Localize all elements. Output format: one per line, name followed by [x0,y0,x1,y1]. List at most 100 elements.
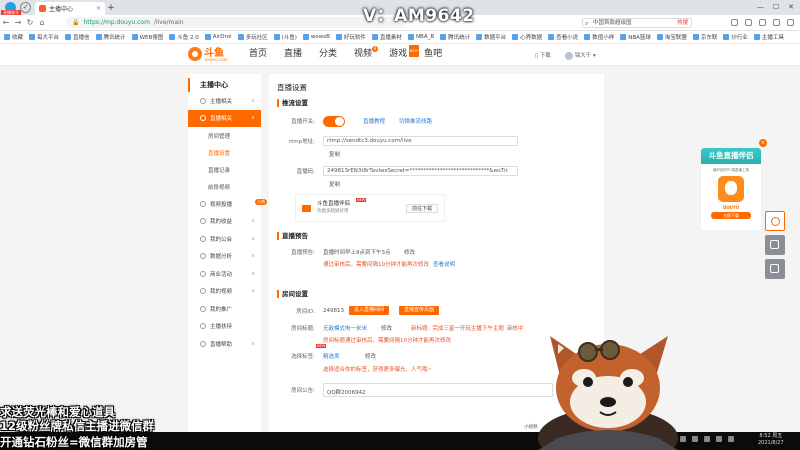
bookmark-item[interactable]: 多玩社区 [237,33,268,41]
enter-room-button[interactable]: 进入直播间间 [349,306,390,315]
sidebar-subitem[interactable]: 直播设置 [188,144,261,161]
sidebar-item[interactable]: 直播相关 ∨ [188,109,261,127]
qr-tool[interactable] [765,259,785,279]
bookmark-item[interactable]: wowsB [302,34,330,40]
status-item[interactable]: 小视频 [524,424,538,430]
close-tab-icon[interactable]: × [96,5,101,12]
bookmark-item[interactable]: AirDroi [204,34,232,40]
user-menu[interactable]: 锦大千 ▾ [564,51,596,60]
sidebar-item[interactable]: 我的收益 ∧ [188,213,261,231]
bookmark-item[interactable]: 心界数据 [512,33,542,41]
clock[interactable]: 8:52 周五 2021/8/27 [758,433,784,447]
menu-icon[interactable] [787,19,794,26]
douyu-logo[interactable]: 斗鱼 DOUYU.COM [188,47,227,62]
stream-code-copy-button[interactable]: 复制 [329,180,340,188]
close-window-icon[interactable]: ✕ [788,3,794,11]
grid-icon[interactable] [745,19,752,26]
companion-float-ad[interactable]: × 斗鱼直播伴侣 最好用的PC端直播工具 DOUYU 立即下载 [700,139,767,231]
switch-line-link[interactable]: 切换推流线路 [399,117,432,125]
bookmark-item[interactable]: 斗鱼 2.0 [169,33,199,41]
sidebar-item[interactable]: 主播扶持 [188,318,261,336]
notice-help-link[interactable]: 查看说明 [433,260,455,268]
notice-edit-button[interactable]: 修改 [404,248,415,256]
avatar [564,51,573,60]
back-icon[interactable]: ← [0,18,12,27]
bookmark-item[interactable]: 每大平台 [29,33,59,41]
bookmark-item[interactable]: NBA篮球 [620,33,651,41]
download-link[interactable]: ▯ 下载 [535,51,551,60]
rtmp-copy-button[interactable]: 复制 [329,150,340,158]
bookmark-favicon-icon [723,34,730,40]
extension-icon[interactable] [731,19,738,26]
nav-category[interactable]: 分类 [319,48,337,60]
bookmark-item[interactable]: 京东联 [692,33,717,41]
live-switch-toggle[interactable] [323,115,345,127]
promo-page-button[interactable]: 直播宣传页面 [399,306,440,315]
sidebar-item[interactable]: 商业活动 ∧ [188,265,261,283]
tray-icon[interactable] [692,436,698,442]
browser-tab[interactable]: 主播中心 × [35,2,105,15]
bookmark-icon[interactable]: ✓ [20,2,31,13]
sidebar-item[interactable]: 主播相关 ∧ [188,92,261,110]
close-ad-icon[interactable]: × [759,139,767,147]
reload-icon[interactable]: ↻ [24,18,36,27]
rtmp-input[interactable]: rtmp://sendtc3.douyu.com/live [323,136,518,146]
sidebar-item[interactable]: 我的推广 [188,300,261,318]
url-input[interactable]: 🔒 https://mp.douyu.com/live/main [66,17,406,28]
sidebar-subitem[interactable]: 房间管理 [188,127,261,144]
bookmark-item[interactable]: 查看小说 [548,33,578,41]
undo-icon[interactable] [759,19,766,26]
bookmark-item[interactable]: WEB搜图 [131,33,163,41]
bookmark-item[interactable]: 直播信 [65,33,90,41]
network-icon[interactable] [704,436,710,442]
new-tab-icon[interactable]: + [105,3,117,13]
settings-icon[interactable] [773,19,780,26]
sidebar-item[interactable]: 直播帮助 ∧ [188,335,261,353]
bookmark-item[interactable]: 腾讯统计 [440,33,470,41]
bookmark-label: NBA篮球 [628,35,651,41]
bookmark-item[interactable]: 淘宝联盟 [656,33,687,41]
ad-download-button[interactable]: 立即下载 [711,212,751,219]
nav-video[interactable]: 视频 9 [354,46,379,60]
room-title-edit-button[interactable]: 修改 [381,324,405,332]
room-notice-input[interactable]: QQ群2006942 [323,383,553,397]
volume-icon[interactable] [716,436,722,442]
bookmark-item[interactable]: NBA_B [407,34,434,40]
keyboard-icon[interactable] [728,436,734,442]
browser-search-input[interactable]: ⌕ 中国首款超级国 热搜 [582,18,692,28]
sidebar-item[interactable]: 我的视频 ∧ [188,283,261,301]
sidebar-subitem[interactable]: 前段视频 [188,178,261,195]
nav-fishbar[interactable]: 鱼吧 [424,48,442,60]
stream-code-input[interactable]: 249813rEN3t8rTavIwsSecret=**************… [323,166,518,176]
bookmark-item[interactable]: 好玩软件 [335,33,366,41]
bookmark-item[interactable]: 直播素材 [371,33,402,41]
bookmark-item[interactable]: 炒行业 [723,33,748,41]
home-tool[interactable] [765,235,785,255]
page-title: 直播设置 [277,83,307,92]
bookmark-item[interactable]: 数据平台 [476,33,506,41]
live-tutorial-link[interactable]: 直播教程 [363,117,385,125]
tag-edit-button[interactable]: 修改 [365,352,376,360]
nav-game[interactable]: 游戏 NEW [389,45,420,60]
sidebar-item[interactable]: 数据分析 ∧ [188,248,261,266]
forward-icon[interactable]: → [12,18,24,27]
maximize-icon[interactable]: ☐ [773,3,779,11]
nav-live[interactable]: 直播 [284,48,302,60]
bookmark-item[interactable]: 收藏 [4,33,23,41]
tray-icon[interactable] [680,436,686,442]
home-icon[interactable]: ⌂ [36,18,48,27]
minimize-icon[interactable]: — [757,3,764,11]
sidebar-item[interactable]: 我的公会 ∧ [188,230,261,248]
bookmark-item[interactable]: 主播工具 [753,33,784,41]
tag-value[interactable]: 精选类 [323,354,340,360]
sidebar-item[interactable]: 视频投播 火热 [188,195,267,213]
search-hot-label[interactable]: 热搜 [677,19,688,28]
download-companion-button[interactable]: 前往下载 [405,203,438,213]
bookmark-item[interactable]: 数值小样 [584,33,614,41]
nav-home[interactable]: 首页 [249,48,267,60]
sidebar-subitem[interactable]: 直播记录 [188,161,261,178]
bookmark-item[interactable]: (斗鱼) [273,33,297,41]
live-icon [200,115,206,122]
play-tool[interactable] [765,211,785,231]
bookmark-item[interactable]: 腾讯统计 [95,33,126,41]
